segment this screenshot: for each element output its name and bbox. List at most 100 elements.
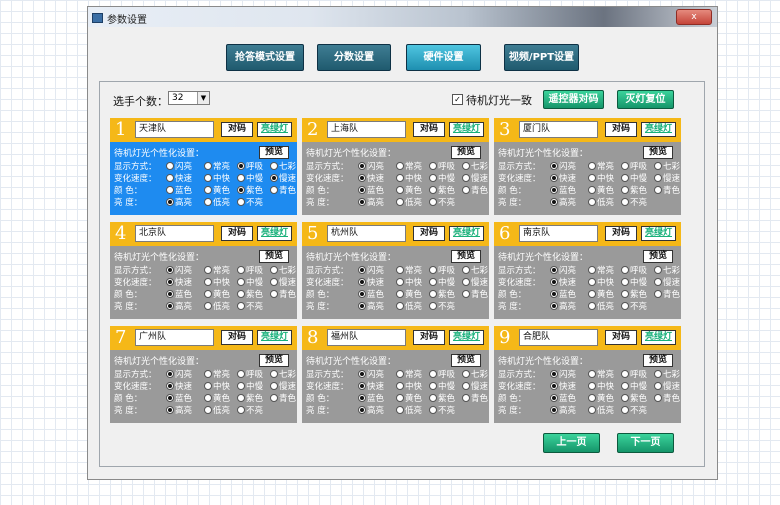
radio-option[interactable]: 七彩 bbox=[462, 368, 488, 380]
radio-option[interactable]: 常亮 bbox=[588, 368, 614, 380]
pair-button[interactable]: 对码 bbox=[413, 330, 445, 345]
radio-option[interactable]: 不亮 bbox=[429, 196, 455, 208]
radio-option[interactable]: 快速 bbox=[358, 172, 384, 184]
radio-icon[interactable] bbox=[621, 406, 629, 414]
radio-icon[interactable] bbox=[621, 394, 629, 402]
radio-icon[interactable] bbox=[588, 198, 596, 206]
radio-option[interactable]: 常亮 bbox=[204, 160, 230, 172]
tab-answer-mode[interactable]: 抢答模式设置 bbox=[226, 44, 304, 71]
radio-option[interactable]: 慢速 bbox=[654, 172, 680, 184]
radio-icon[interactable] bbox=[429, 266, 437, 274]
team-name-input[interactable]: 福州队 bbox=[327, 329, 406, 346]
radio-icon[interactable] bbox=[166, 186, 174, 194]
radio-option[interactable]: 不亮 bbox=[621, 196, 647, 208]
radio-option[interactable]: 中慢 bbox=[621, 172, 647, 184]
radio-icon[interactable] bbox=[588, 406, 596, 414]
radio-option[interactable]: 高亮 bbox=[358, 300, 384, 312]
radio-option[interactable]: 闪亮 bbox=[550, 264, 576, 276]
radio-option[interactable]: 青色 bbox=[462, 392, 488, 404]
radio-icon[interactable] bbox=[237, 394, 245, 402]
radio-option[interactable]: 七彩 bbox=[654, 368, 680, 380]
radio-option[interactable]: 呼吸 bbox=[621, 160, 647, 172]
prev-page-button[interactable]: 上一页 bbox=[543, 433, 600, 453]
radio-icon[interactable] bbox=[396, 370, 404, 378]
radio-option[interactable]: 慢速 bbox=[270, 276, 296, 288]
radio-option[interactable]: 七彩 bbox=[654, 160, 680, 172]
team-name-input[interactable]: 广州队 bbox=[135, 329, 214, 346]
radio-icon[interactable] bbox=[204, 406, 212, 414]
radio-icon[interactable] bbox=[166, 394, 174, 402]
preview-button[interactable]: 预览 bbox=[259, 354, 289, 367]
radio-option[interactable]: 慢速 bbox=[654, 380, 680, 392]
radio-option[interactable]: 常亮 bbox=[588, 160, 614, 172]
radio-option[interactable]: 中快 bbox=[588, 380, 614, 392]
light-green-button[interactable]: 亮绿灯 bbox=[449, 226, 484, 241]
radio-icon[interactable] bbox=[621, 290, 629, 298]
radio-option[interactable]: 不亮 bbox=[237, 196, 263, 208]
radio-option[interactable]: 紫色 bbox=[621, 184, 647, 196]
radio-option[interactable]: 低亮 bbox=[204, 196, 230, 208]
radio-icon[interactable] bbox=[621, 162, 629, 170]
radio-option[interactable]: 不亮 bbox=[429, 300, 455, 312]
radio-option[interactable]: 紫色 bbox=[621, 392, 647, 404]
radio-option[interactable]: 闪亮 bbox=[550, 160, 576, 172]
radio-icon[interactable] bbox=[396, 266, 404, 274]
radio-option[interactable]: 蓝色 bbox=[358, 392, 384, 404]
radio-icon[interactable] bbox=[621, 266, 629, 274]
radio-icon[interactable] bbox=[654, 266, 662, 274]
team-name-input[interactable]: 天津队 bbox=[135, 121, 214, 138]
pair-button[interactable]: 对码 bbox=[605, 330, 637, 345]
radio-option[interactable]: 中慢 bbox=[429, 276, 455, 288]
team-name-input[interactable]: 杭州队 bbox=[327, 225, 406, 242]
radio-icon[interactable] bbox=[588, 370, 596, 378]
radio-option[interactable]: 高亮 bbox=[166, 196, 192, 208]
radio-icon[interactable] bbox=[654, 278, 662, 286]
next-page-button[interactable]: 下一页 bbox=[617, 433, 674, 453]
radio-option[interactable]: 常亮 bbox=[396, 368, 422, 380]
radio-icon[interactable] bbox=[358, 174, 366, 182]
light-green-button[interactable]: 亮绿灯 bbox=[257, 122, 292, 137]
radio-icon[interactable] bbox=[654, 382, 662, 390]
team-card[interactable]: 6 南京队 对码 亮绿灯 待机灯光个性化设置： 预览 显示方式： 闪亮 常亮 呼吸 七彩 变化速度： 快… bbox=[494, 222, 681, 319]
radio-icon[interactable] bbox=[237, 406, 245, 414]
team-card[interactable]: 2 上海队 对码 亮绿灯 待机灯光个性化设置： 预览 显示方式： 闪亮 常亮 呼吸 七彩 变化速度： 快… bbox=[302, 118, 489, 215]
radio-icon[interactable] bbox=[621, 382, 629, 390]
radio-option[interactable]: 中快 bbox=[588, 276, 614, 288]
radio-icon[interactable] bbox=[237, 198, 245, 206]
radio-icon[interactable] bbox=[358, 382, 366, 390]
radio-icon[interactable] bbox=[270, 174, 278, 182]
radio-icon[interactable] bbox=[429, 394, 437, 402]
radio-option[interactable]: 高亮 bbox=[166, 300, 192, 312]
radio-icon[interactable] bbox=[166, 162, 174, 170]
radio-icon[interactable] bbox=[358, 394, 366, 402]
radio-option[interactable]: 中慢 bbox=[429, 172, 455, 184]
radio-icon[interactable] bbox=[396, 302, 404, 310]
radio-option[interactable]: 闪亮 bbox=[550, 368, 576, 380]
radio-option[interactable]: 青色 bbox=[462, 288, 488, 300]
radio-option[interactable]: 七彩 bbox=[270, 160, 296, 172]
preview-button[interactable]: 预览 bbox=[451, 354, 481, 367]
team-card[interactable]: 3 厦门队 对码 亮绿灯 待机灯光个性化设置： 预览 显示方式： 闪亮 常亮 呼吸 七彩 变化速度： 快… bbox=[494, 118, 681, 215]
radio-option[interactable]: 常亮 bbox=[204, 368, 230, 380]
pair-button[interactable]: 对码 bbox=[605, 226, 637, 241]
radio-icon[interactable] bbox=[621, 278, 629, 286]
radio-icon[interactable] bbox=[550, 174, 558, 182]
radio-icon[interactable] bbox=[166, 370, 174, 378]
radio-icon[interactable] bbox=[237, 186, 245, 194]
radio-icon[interactable] bbox=[654, 162, 662, 170]
radio-icon[interactable] bbox=[270, 266, 278, 274]
radio-option[interactable]: 低亮 bbox=[588, 404, 614, 416]
preview-button[interactable]: 预览 bbox=[259, 146, 289, 159]
radio-option[interactable]: 紫色 bbox=[429, 288, 455, 300]
radio-icon[interactable] bbox=[588, 186, 596, 194]
radio-option[interactable]: 中快 bbox=[396, 276, 422, 288]
radio-option[interactable]: 常亮 bbox=[396, 264, 422, 276]
radio-option[interactable]: 低亮 bbox=[588, 196, 614, 208]
radio-icon[interactable] bbox=[166, 266, 174, 274]
radio-icon[interactable] bbox=[358, 266, 366, 274]
radio-option[interactable]: 呼吸 bbox=[237, 160, 263, 172]
radio-icon[interactable] bbox=[270, 186, 278, 194]
radio-icon[interactable] bbox=[462, 370, 470, 378]
radio-icon[interactable] bbox=[462, 174, 470, 182]
team-card[interactable]: 4 北京队 对码 亮绿灯 待机灯光个性化设置： 预览 显示方式： 闪亮 常亮 呼吸 七彩 变化速度： 快… bbox=[110, 222, 297, 319]
